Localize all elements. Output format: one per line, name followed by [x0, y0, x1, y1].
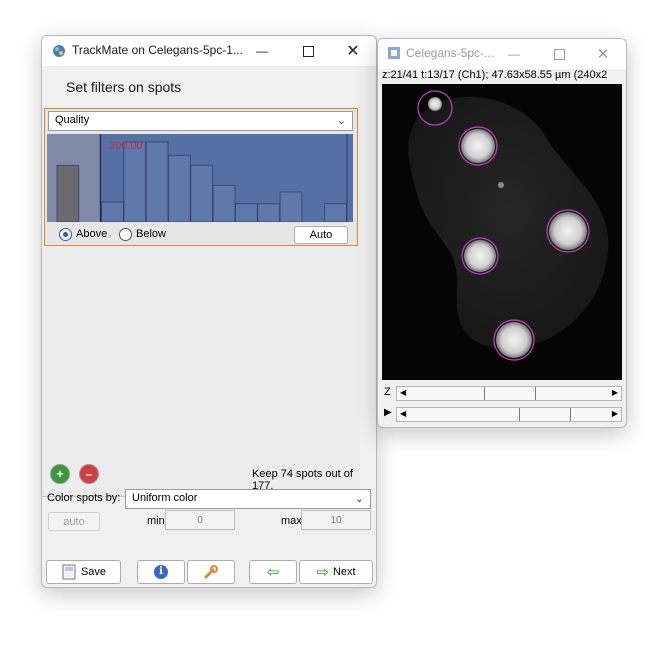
minimize-icon: —: [256, 44, 268, 58]
next-button[interactable]: ⇨ Next: [299, 560, 373, 584]
close-icon: ✕: [346, 43, 360, 60]
save-icon: [62, 564, 76, 580]
trackmate-titlebar[interactable]: TrackMate on Celegans-5pc-1... — ✕: [42, 36, 376, 66]
filter-list[interactable]: Quality ⌄ 200.00 Above Below Auto: [42, 106, 361, 497]
arrow-left-icon[interactable]: ◀: [400, 388, 406, 397]
image-canvas[interactable]: [382, 84, 622, 380]
histogram-bar: [168, 154, 191, 222]
play-icon[interactable]: ▶: [384, 407, 392, 418]
time-scroll-thumb[interactable]: [519, 408, 571, 421]
histogram-bar: [123, 141, 147, 222]
image-window: Celegans-5pc-... — ✕ z:21/41 t:13/17 (Ch…: [377, 38, 627, 428]
histogram-bar: [235, 203, 258, 222]
arrow-right-icon: ⇨: [316, 564, 329, 581]
arrow-right-icon[interactable]: ▶: [612, 409, 618, 418]
nucleus: [461, 129, 495, 163]
arrow-left-icon[interactable]: ◀: [400, 409, 406, 418]
chevron-down-icon: ⌄: [336, 115, 346, 127]
image-titlebar[interactable]: Celegans-5pc-... — ✕: [378, 39, 626, 69]
color-spots-label: Color spots by:: [47, 492, 121, 504]
nucleus: [549, 212, 587, 250]
above-radio[interactable]: [59, 228, 72, 241]
plus-icon: +: [56, 467, 64, 481]
panel-title: Set filters on spots: [66, 79, 182, 95]
image-title: Celegans-5pc-...: [406, 46, 495, 60]
image-info: z:21/41 t:13/17 (Ch1); 47.63x58.55 µm (2…: [382, 69, 608, 81]
close-icon: ✕: [596, 46, 610, 63]
close-button[interactable]: ✕: [580, 39, 626, 69]
min-field[interactable]: 0: [165, 510, 235, 530]
nucleus: [464, 240, 496, 272]
minimize-button[interactable]: —: [491, 39, 537, 69]
arrow-right-icon[interactable]: ▶: [612, 388, 618, 397]
histogram-bar: [257, 203, 281, 222]
threshold-direction: Above Below Auto: [45, 225, 357, 245]
info-icon: i: [154, 565, 168, 579]
feature-dropdown[interactable]: Quality ⌄: [48, 111, 353, 131]
nucleus: [498, 182, 504, 188]
quality-histogram[interactable]: 200.00: [47, 134, 353, 222]
threshold-value: 200.00: [109, 140, 143, 152]
color-mode-dropdown[interactable]: Uniform color ⌄: [125, 489, 371, 509]
z-label: Z: [384, 386, 391, 398]
z-scroll-thumb[interactable]: [484, 387, 536, 400]
histogram-bar: [145, 141, 169, 222]
embryo-image: [408, 90, 609, 361]
max-field[interactable]: 10: [301, 510, 371, 530]
auto-threshold-button[interactable]: Auto: [294, 226, 348, 244]
max-label: max: [281, 515, 302, 527]
histogram-bar: [190, 164, 214, 222]
arrow-left-icon: ⇦: [266, 564, 280, 581]
min-label: min: [147, 515, 165, 527]
maximize-icon: [553, 48, 565, 60]
save-button[interactable]: Save: [46, 560, 121, 584]
time-scrollbar[interactable]: ▶ ◀ ▶: [382, 406, 622, 422]
save-label: Save: [80, 566, 107, 578]
nucleus: [496, 322, 532, 358]
time-scroll-track[interactable]: ◀ ▶: [396, 407, 622, 422]
below-radio[interactable]: [119, 228, 132, 241]
histogram-bar: [212, 184, 236, 222]
histogram-plot: [47, 134, 348, 222]
trackmate-title: TrackMate on Celegans-5pc-1...: [72, 43, 243, 57]
wrench-icon: [204, 565, 218, 579]
histogram-bar: [101, 201, 124, 222]
below-label: Below: [136, 228, 166, 240]
spot-filter-panel: Quality ⌄ 200.00 Above Below Auto: [44, 108, 358, 246]
previous-button[interactable]: ⇦: [249, 560, 297, 584]
auto-range-button[interactable]: auto: [48, 512, 100, 531]
minus-icon: –: [85, 467, 93, 481]
imagej-logo-icon: [388, 47, 400, 59]
histogram-bar: [279, 191, 303, 222]
add-filter-button[interactable]: +: [50, 464, 70, 484]
remove-filter-button[interactable]: –: [79, 464, 99, 484]
nucleus: [428, 97, 442, 111]
histogram-bar: [324, 203, 347, 222]
maximize-icon: [302, 45, 314, 57]
trackmate-window: TrackMate on Celegans-5pc-1... — ✕ Set f…: [41, 35, 377, 588]
histogram-bar: [56, 164, 80, 222]
settings-button[interactable]: [187, 560, 235, 584]
vertical-scrollbar[interactable]: [360, 106, 376, 496]
minimize-button[interactable]: —: [239, 36, 285, 66]
trackmate-logo-icon: [53, 45, 65, 57]
chevron-down-icon: ⌄: [354, 493, 364, 505]
feature-dropdown-value: Quality: [55, 114, 90, 126]
maximize-button[interactable]: [536, 39, 582, 69]
z-slice-scrollbar[interactable]: Z ◀ ▶: [382, 385, 622, 401]
next-label: Next: [332, 566, 356, 578]
close-button[interactable]: ✕: [330, 36, 376, 66]
z-scroll-track[interactable]: ◀ ▶: [396, 386, 622, 401]
above-label: Above: [76, 228, 108, 240]
maximize-button[interactable]: [285, 36, 331, 66]
color-mode-value: Uniform color: [132, 492, 198, 504]
minimize-icon: —: [508, 47, 520, 61]
info-button[interactable]: i: [137, 560, 185, 584]
